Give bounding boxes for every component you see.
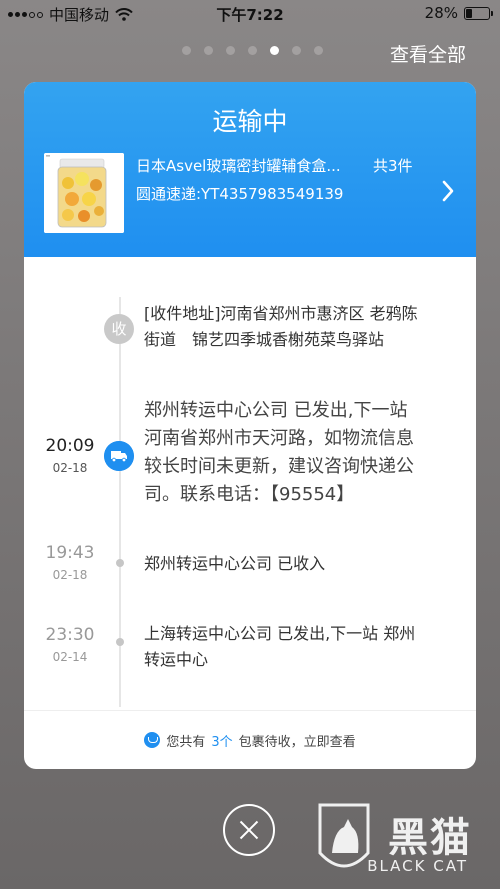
event-time-clock: 19:43 xyxy=(45,543,95,563)
truck-icon xyxy=(104,441,134,471)
timeline-dot xyxy=(116,559,124,567)
page-indicator[interactable] xyxy=(182,46,323,55)
timeline-dot xyxy=(116,638,124,646)
event-text-line: 河南省郑州市天河路，如物流信息 xyxy=(144,428,414,449)
chevron-right-icon[interactable] xyxy=(438,178,458,204)
product-count: 共3件 xyxy=(373,157,413,175)
battery-percent: 28% xyxy=(424,4,458,22)
page-dot[interactable] xyxy=(314,46,323,55)
package-icon xyxy=(144,732,161,748)
timeline-event-current: 郑州转运中心公司 已发出,下一站 河南省郑州市天河路，如物流信息 较长时间未更新… xyxy=(144,397,414,509)
tracking-number: 圆通速递:YT4357983549139 xyxy=(136,185,344,203)
shipment-status: 运输中 xyxy=(212,107,288,136)
view-all-button[interactable]: 查看全部 xyxy=(390,40,466,67)
page-dot[interactable] xyxy=(270,46,279,55)
tracking-card: 运输中 日本Asvel玻璃密封罐辅食盒... 共3件 圆通速递:YT435798… xyxy=(24,82,476,769)
status-right: 28% xyxy=(424,4,493,22)
event-time-date: 02-18 xyxy=(52,568,88,582)
banner-prefix: 您共有 xyxy=(166,734,206,750)
event-time: 20:09 02-18 xyxy=(40,435,100,476)
page-dot[interactable] xyxy=(204,46,213,55)
timeline-event-address: [收件地址]河南省郑州市惠济区 老鸦陈 街道 锦艺四季城香榭苑菜鸟驿站 xyxy=(144,301,418,353)
event-text-line: 转运中心 xyxy=(144,650,209,669)
event-text-line: 郑州转运中心公司 已发出,下一站 xyxy=(144,400,408,421)
event-text-line[interactable]: 司。联系电话：【95554】 xyxy=(144,481,414,509)
event-time: 19:43 02-18 xyxy=(40,542,100,583)
card-header[interactable]: 运输中 日本Asvel玻璃密封罐辅食盒... 共3件 圆通速递:YT435798… xyxy=(24,82,476,257)
watermark-title: 黑猫 xyxy=(388,815,472,861)
event-time-clock: 20:09 xyxy=(45,436,95,456)
battery-icon xyxy=(464,6,493,20)
page-dot[interactable] xyxy=(182,46,191,55)
event-time: 23:30 02-14 xyxy=(40,624,100,665)
banner-suffix: 包裹待收，立即查看 xyxy=(238,734,356,750)
watermark-subtitle: BLACK CAT xyxy=(367,857,468,875)
close-button[interactable] xyxy=(223,804,275,856)
event-time-clock: 23:30 xyxy=(45,625,95,645)
blackcat-watermark: 黑猫 BLACK CAT xyxy=(310,799,486,885)
pending-packages-banner[interactable]: 您共有 3个 包裹待收，立即查看 xyxy=(24,710,476,769)
cat-logo-icon xyxy=(318,803,370,868)
event-text-line: [收件地址]河南省郑州市惠济区 老鸦陈 xyxy=(144,304,418,323)
page-dot[interactable] xyxy=(226,46,235,55)
product-name: 日本Asvel玻璃密封罐辅食盒... xyxy=(136,157,341,175)
event-text-line: 较长时间未更新，建议咨询快递公 xyxy=(144,456,414,477)
event-text-line: 上海转运中心公司 已发出,下一站 郑州 xyxy=(144,624,416,643)
page-dot[interactable] xyxy=(292,46,301,55)
event-text-line: 郑州转运中心公司 已收入 xyxy=(144,554,326,573)
timeline-event: 上海转运中心公司 已发出,下一站 郑州 转运中心 xyxy=(144,621,415,673)
status-bar: 中国移动 下午7:22 28% xyxy=(0,0,500,28)
timeline-event: 郑州转运中心公司 已收入 xyxy=(144,551,325,577)
page-dot[interactable] xyxy=(248,46,257,55)
event-time-date: 02-14 xyxy=(52,650,88,664)
banner-count: 3个 xyxy=(211,734,233,750)
receive-icon: 收 xyxy=(104,314,134,344)
event-text-line: 街道 锦艺四季城香榭苑菜鸟驿站 xyxy=(144,330,385,349)
event-time-date: 02-18 xyxy=(52,461,88,475)
product-thumbnail xyxy=(44,153,124,233)
